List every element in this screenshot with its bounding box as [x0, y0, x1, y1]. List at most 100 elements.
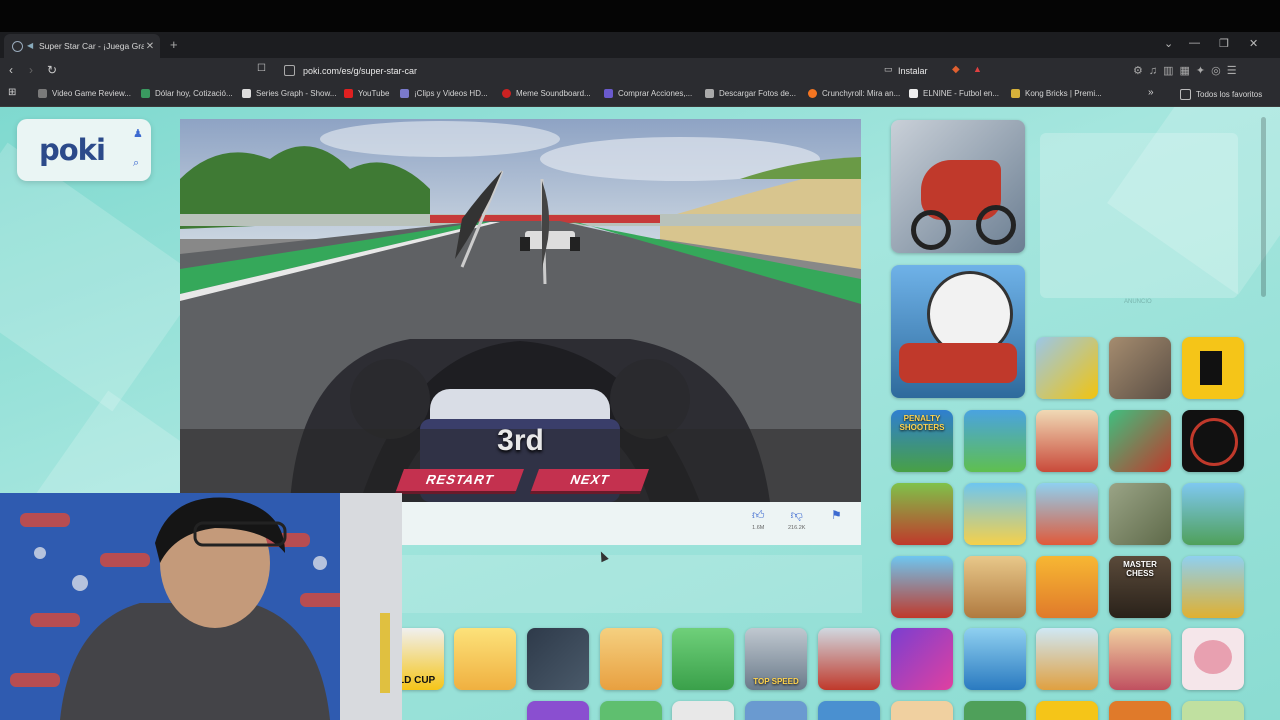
maximize-icon[interactable]: ❐	[1219, 37, 1229, 50]
game-thumb-partial[interactable]	[1036, 701, 1098, 720]
bookmark-favicon-icon	[344, 89, 353, 98]
bookmark-item[interactable]: Crunchyroll: Mira an...	[808, 89, 900, 98]
game-thumb-partial[interactable]	[527, 701, 589, 720]
game-thumb-stairs[interactable]	[1036, 628, 1098, 690]
close-window-icon[interactable]: ✕	[1249, 37, 1258, 50]
game-thumb-basketball[interactable]	[1036, 556, 1098, 618]
search-icon[interactable]: ⌕	[133, 157, 139, 170]
install-button[interactable]: Instalar	[898, 66, 928, 76]
apps-grid-icon[interactable]: ⊞	[8, 87, 16, 98]
scrollbar-thumb[interactable]	[1261, 117, 1266, 297]
game-thumb-plane[interactable]	[1182, 483, 1244, 545]
game-thumb-truck[interactable]	[1182, 556, 1244, 618]
minimize-icon[interactable]: —	[1189, 37, 1200, 49]
game-thumb-bike-jump[interactable]	[964, 556, 1026, 618]
bookmark-item[interactable]: Kong Bricks | Premi...	[1011, 89, 1102, 98]
brain-icon	[1194, 640, 1232, 674]
thumbs-down-icon: 👎︎	[790, 508, 803, 522]
game-thumb-top-speed[interactable]: TOP SPEED	[745, 628, 807, 690]
game-thumb-soccer-player[interactable]	[964, 410, 1026, 472]
wheel-shape	[911, 210, 951, 250]
tab-search-chevron-icon[interactable]: ⌄	[1164, 37, 1173, 50]
game-thumb-soccer-table[interactable]	[672, 628, 734, 690]
game-thumb-ping-pong[interactable]	[454, 628, 516, 690]
game-thumb-master-chess[interactable]: MASTER CHESS	[1109, 556, 1171, 618]
bookmark-item[interactable]: ELNINE - Futbol en...	[909, 89, 999, 98]
game-thumb-sports-car[interactable]	[1036, 337, 1098, 399]
reload-icon[interactable]: ↻	[47, 63, 57, 77]
game-thumb-red-car[interactable]	[818, 628, 880, 690]
restart-button[interactable]: RESTART	[395, 469, 525, 491]
game-thumb-partial[interactable]	[891, 701, 953, 720]
game-thumb-partial[interactable]	[964, 701, 1026, 720]
back-icon[interactable]: ‹	[9, 63, 13, 77]
bookmark-item[interactable]: Series Graph - Show...	[242, 89, 336, 98]
restart-label: RESTART	[423, 472, 497, 487]
game-thumb-road-puzzle[interactable]	[527, 628, 589, 690]
game-thumb-silhouette[interactable]	[1182, 337, 1244, 399]
bookmark-item[interactable]: Dólar hoy, Cotizació...	[141, 89, 233, 98]
game-thumb-formula-car[interactable]	[1109, 410, 1171, 472]
game-thumb-rocket-soccer[interactable]	[891, 265, 1025, 398]
game-thumb-subway-runner[interactable]	[1036, 483, 1098, 545]
tab-strip: ◀ Super Star Car - ¡Juega Grati... ✕ + ⌄…	[0, 32, 1280, 58]
game-thumb-tank[interactable]	[1109, 483, 1171, 545]
close-tab-icon[interactable]: ✕	[144, 41, 156, 52]
game-thumb-blue-car[interactable]	[964, 628, 1026, 690]
active-tab[interactable]: ◀ Super Star Car - ¡Juega Grati... ✕	[4, 34, 160, 58]
game-thumb-slide[interactable]	[964, 483, 1026, 545]
bookmark-item[interactable]: Descargar Fotos de...	[705, 89, 796, 98]
url-field[interactable]: poki.com/es/g/super-star-car	[303, 63, 893, 79]
bookmark-item[interactable]: Video Game Review...	[38, 89, 131, 98]
poki-logo-card[interactable]: poki ♟ ⌕	[17, 119, 151, 181]
screen-top-bar	[0, 0, 1280, 32]
report-button[interactable]: ⚑	[831, 508, 842, 522]
game-thumb-character[interactable]	[1109, 628, 1171, 690]
user-icon[interactable]: ♟	[133, 127, 143, 140]
game-thumb-partial[interactable]	[1182, 701, 1244, 720]
bookmark-item[interactable]: Meme Soundboard...	[502, 89, 591, 98]
bookmark-star-icon[interactable]: ☐	[257, 63, 266, 74]
brave-shield-icon[interactable]: ◆	[952, 64, 960, 75]
game-thumb-geometry[interactable]	[891, 628, 953, 690]
bookmark-item[interactable]: ¡Clips y Videos HD...	[400, 89, 488, 98]
rewards-icon[interactable]: ▲	[973, 64, 982, 74]
game-canvas[interactable]: 3rd RESTART NEXT	[180, 119, 861, 502]
top-speed-label: TOP SPEED	[753, 677, 799, 686]
bookmark-item[interactable]: Comprar Acciones,...	[604, 89, 692, 98]
game-thumb-partial[interactable]	[672, 701, 734, 720]
like-button[interactable]: 👍︎ 1.6M	[752, 508, 765, 531]
game-thumb-match[interactable]	[600, 628, 662, 690]
game-thumb-runner[interactable]	[891, 556, 953, 618]
game-thumb-partial[interactable]	[745, 701, 807, 720]
poki-logo[interactable]: poki	[39, 133, 106, 167]
car-shape	[899, 343, 1017, 383]
game-thumb-harvester[interactable]	[891, 483, 953, 545]
game-thumb-partial[interactable]	[600, 701, 662, 720]
forward-icon[interactable]: ›	[29, 63, 33, 77]
next-button[interactable]: NEXT	[530, 469, 650, 491]
game-thumb-brain[interactable]	[1182, 628, 1244, 690]
more-bookmarks-icon[interactable]: »	[1148, 87, 1154, 98]
tab-speaker-icon: ◀	[27, 41, 34, 50]
next-label: NEXT	[568, 472, 613, 487]
game-thumb-derby-car[interactable]	[1109, 337, 1171, 399]
install-app-icon: ▭	[884, 64, 893, 74]
game-thumb-sniper[interactable]	[1182, 410, 1244, 472]
flag-icon: ⚑	[831, 508, 842, 522]
game-thumb-moto-racing[interactable]	[891, 120, 1025, 253]
new-tab-icon[interactable]: +	[170, 37, 178, 52]
penalty-label: PENALTY SHOOTERS	[899, 414, 945, 432]
dislike-button[interactable]: 👎︎ 216.2K	[788, 508, 805, 531]
game-thumb-penalty-shooters[interactable]: PENALTY SHOOTERS	[891, 410, 953, 472]
bookmark-item[interactable]: YouTube	[344, 89, 389, 98]
bookmark-favicon-icon	[909, 89, 918, 98]
extensions-icons[interactable]: ⚙♫▥▦✦◎☰	[1133, 64, 1243, 77]
game-thumb-partial[interactable]	[1109, 701, 1171, 720]
below-game-area	[402, 555, 862, 613]
site-info-icon[interactable]	[284, 65, 295, 76]
game-thumb-partial[interactable]	[818, 701, 880, 720]
bookmark-favicon-icon	[242, 89, 251, 98]
game-thumb-moto-rider[interactable]	[1036, 410, 1098, 472]
all-bookmarks[interactable]: Todos los favoritos	[1180, 89, 1262, 100]
